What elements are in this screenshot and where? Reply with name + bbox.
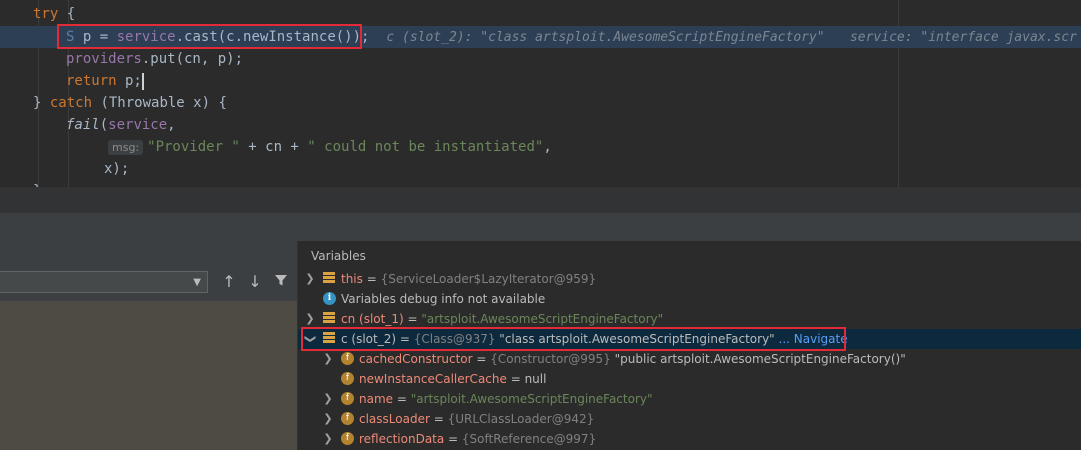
variable-row[interactable]: f newInstanceCallerCache = null [298,369,1081,389]
object-stack-icon [323,312,335,323]
code-line[interactable]: } [0,180,1081,187]
editor-status-strip [0,187,1081,214]
info-icon: i [323,292,336,305]
variable-row[interactable]: ❯ f cachedConstructor = {Constructor@995… [298,349,1081,369]
code-line[interactable]: return p; [0,70,1081,92]
highlight-box-variable [301,327,846,351]
code-line[interactable]: try { [0,3,1081,25]
inline-debug-value: c (slot_2): "class artsploit.AwesomeScri… [386,30,825,45]
code-line[interactable]: x); [0,158,1081,180]
variable-row[interactable]: ❯ f name = "artsploit.AwesomeScriptEngin… [298,389,1081,409]
variable-name: this [341,272,363,286]
parameter-hint: msg: [108,140,144,155]
chevron-down-icon: ▼ [193,277,201,288]
variable-row[interactable]: ❯ f classLoader = {URLClassLoader@942} [298,409,1081,429]
variable-name: name [359,392,394,406]
frames-panel: ▼ ↑ ↓ [0,241,297,450]
code-line[interactable]: msg: "Provider " + cn + " could not be in… [0,136,1081,158]
thread-selector[interactable]: ▼ [0,271,208,293]
field-icon: f [341,372,354,385]
object-stack-icon [323,272,335,283]
chevron-right-icon[interactable]: ❯ [322,409,334,429]
variables-panel: Variables ❯ this = {ServiceLoader$LazyIt… [297,241,1081,450]
arrow-up-icon[interactable]: ↑ [219,272,239,292]
panel-title: Variables [311,249,366,263]
code-line[interactable]: fail(service, [0,114,1081,136]
code-line[interactable]: providers.put(cn, p); [0,48,1081,70]
inline-debug-value: service: "interface javax.scr [849,30,1077,45]
chevron-right-icon[interactable]: ❯ [322,389,334,409]
chevron-right-icon[interactable]: ❯ [304,309,316,329]
field-icon: f [341,392,354,405]
code-editor[interactable]: try { S p = service.cast(c.newInstance()… [0,0,1081,187]
filter-icon[interactable] [271,272,291,292]
variable-row[interactable]: ❯ cn (slot_1) = "artsploit.AwesomeScript… [298,309,1081,329]
info-row: i Variables debug info not available [298,289,1081,309]
variable-row[interactable]: ❯ this = {ServiceLoader$LazyIterator@959… [298,269,1081,289]
variable-name: reflectionData [359,432,445,446]
chevron-right-icon[interactable]: ❯ [322,349,334,369]
frames-list[interactable] [0,301,297,450]
variable-name: cachedConstructor [359,352,473,366]
debug-toolbar [0,213,1081,242]
chevron-right-icon[interactable]: ❯ [322,429,334,449]
text-caret [141,72,144,90]
variable-name: cn (slot_1) [341,312,404,326]
arrow-down-icon[interactable]: ↓ [245,272,265,292]
field-icon: f [341,432,354,445]
variable-row[interactable]: ❯ f reflectionData = {SoftReference@997} [298,429,1081,449]
highlight-box-code [57,24,362,49]
chevron-right-icon[interactable]: ❯ [304,269,316,289]
code-line[interactable]: } catch (Throwable x) { [0,92,1081,114]
field-icon: f [341,412,354,425]
variable-name: classLoader [359,412,430,426]
variable-name: newInstanceCallerCache [359,372,507,386]
field-icon: f [341,352,354,365]
